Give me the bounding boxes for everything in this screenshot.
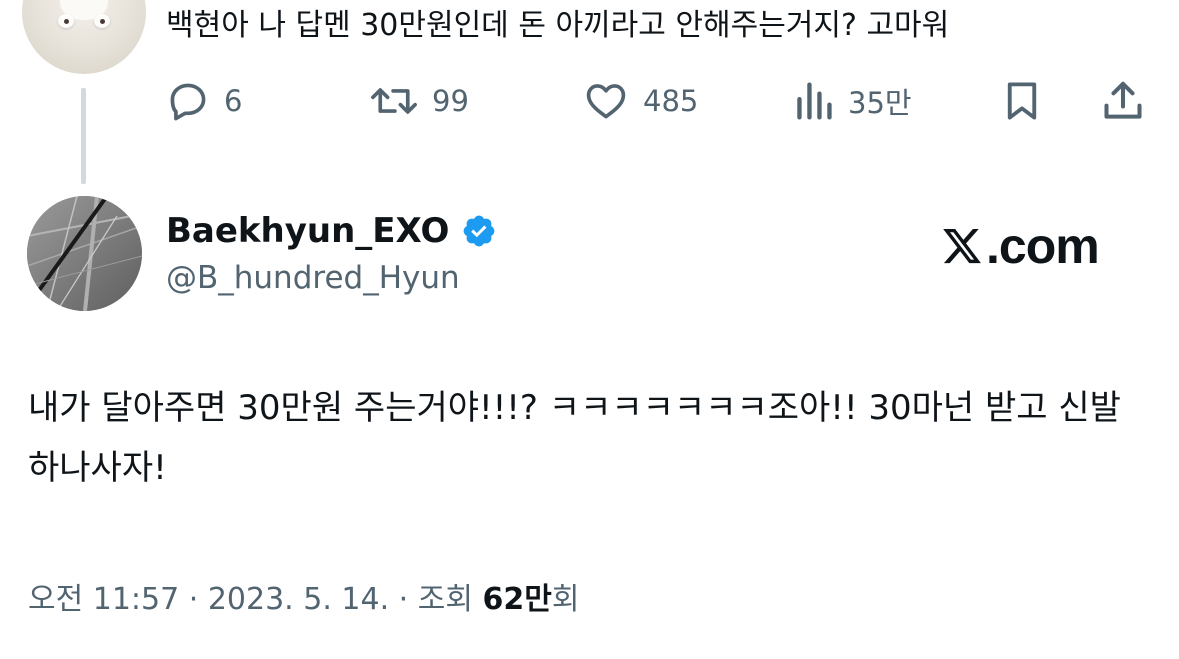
- action-bar: 6 99 485 35만: [0, 78, 1179, 124]
- tweet-screenshot: 백현아 나 답멘 30만원인데 돈 아끼라고 안해주는거지? 고마워 6 99 …: [0, 0, 1179, 659]
- x-logo-icon: [943, 228, 981, 264]
- parent-avatar[interactable]: [22, 0, 146, 74]
- like-button[interactable]: 485: [583, 78, 698, 124]
- display-name-text: Baekhyun_EXO: [166, 211, 450, 251]
- tweet-meta: 오전 11:57 · 2023. 5. 14. · 조회 62만회: [28, 580, 579, 620]
- x-com-watermark: .com: [940, 218, 1100, 274]
- author-handle[interactable]: @B_hundred_Hyun: [166, 258, 460, 298]
- x-com-domain-text: .com: [986, 218, 1100, 274]
- views-count: 35만: [848, 86, 912, 120]
- bookmark-icon: [1007, 82, 1037, 120]
- share-icon: [1104, 81, 1142, 119]
- meta-separator: ·: [179, 582, 208, 617]
- heart-icon: [586, 84, 626, 119]
- tweet-date[interactable]: 2023. 5. 14.: [208, 582, 389, 617]
- tweet-time[interactable]: 오전 11:57: [28, 582, 179, 617]
- reply-button[interactable]: 6: [166, 78, 242, 124]
- analytics-icon: [797, 82, 832, 120]
- retweet-button[interactable]: 99: [370, 78, 469, 124]
- views-label: 조회: [417, 582, 483, 617]
- reply-count: 6: [224, 84, 243, 118]
- parent-tweet-text: 백현아 나 답멘 30만원인데 돈 아끼라고 안해주는거지? 고마워: [166, 8, 950, 43]
- bookmark-button[interactable]: [1001, 78, 1043, 124]
- views-suffix: 회: [551, 582, 580, 617]
- author-display-name[interactable]: Baekhyun_EXO: [166, 210, 497, 252]
- meta-separator: ·: [389, 582, 418, 617]
- views-number: 62만: [482, 582, 552, 617]
- share-button[interactable]: [1100, 78, 1146, 124]
- verified-badge-icon: [464, 215, 495, 247]
- reply-icon: [170, 83, 206, 121]
- views-button[interactable]: 35만: [794, 78, 912, 124]
- like-count: 485: [643, 84, 699, 118]
- tweet-body-text: 내가 달아주면 30만원 주는거야!!!? ㅋㅋㅋㅋㅋㅋㅋ조아!! 30마넌 받…: [28, 388, 1121, 488]
- retweet-count: 99: [432, 84, 469, 118]
- avatar-image: [27, 196, 142, 311]
- author-avatar[interactable]: [27, 196, 142, 311]
- paw-pad: [100, 19, 105, 24]
- paw-pad: [64, 19, 69, 24]
- retweet-icon: [371, 88, 417, 114]
